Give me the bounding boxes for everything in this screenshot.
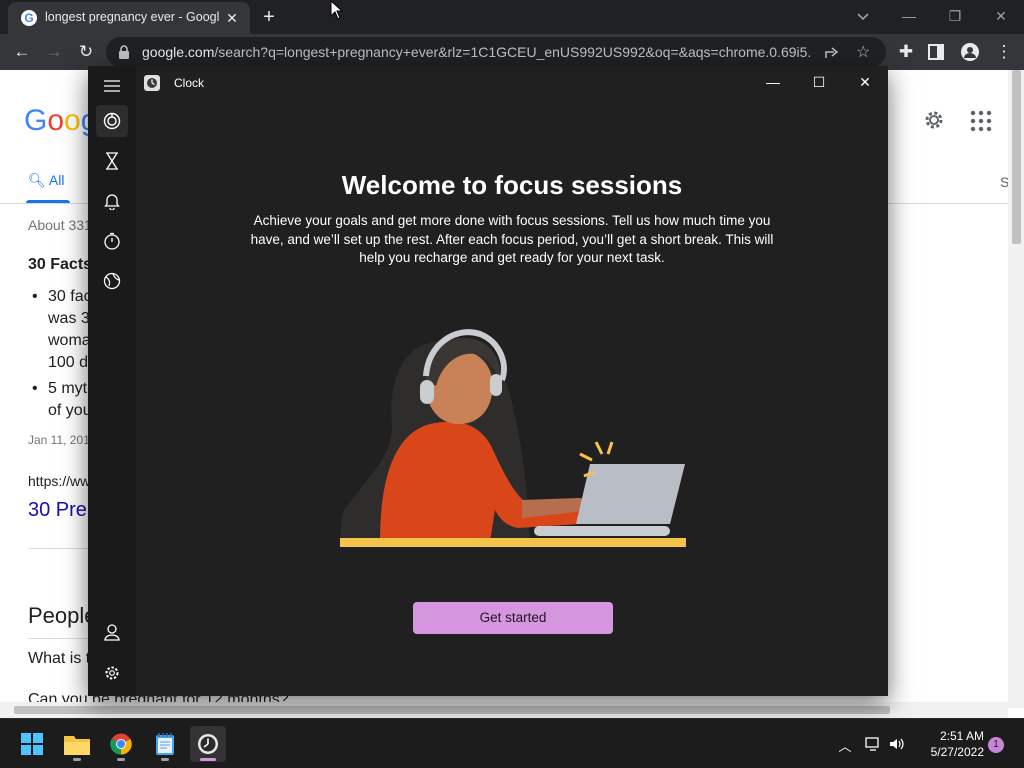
browser-tab[interactable]: G longest pregnancy ever - Google ✕ (8, 2, 250, 34)
date-text: 5/27/2022 (930, 745, 984, 759)
running-indicator (200, 758, 216, 761)
question-item[interactable]: What is t (28, 650, 90, 668)
chrome-icon[interactable] (103, 726, 139, 762)
address-bar[interactable]: google.com/search?q=longest+pregnancy+ev… (106, 37, 886, 67)
app-maximize-icon[interactable]: ☐ (796, 66, 842, 98)
focus-illustration (340, 329, 686, 547)
tab-all-label: All (48, 172, 65, 188)
browser-tab-strip: G longest pregnancy ever - Google ✕ + — … (0, 0, 1024, 34)
url-host: google.com (142, 44, 215, 60)
clock-app-icon[interactable] (190, 726, 226, 762)
share-icon[interactable] (824, 45, 840, 59)
network-icon[interactable] (864, 736, 882, 752)
bullet-dot: • (32, 288, 38, 305)
bullet-line: 100 d (48, 354, 89, 371)
tab-title: longest pregnancy ever - Google (45, 10, 219, 24)
bullet-dot: • (32, 380, 38, 397)
chevron-up-icon[interactable]: ︿ (836, 736, 854, 754)
world-clock-icon[interactable] (96, 265, 128, 297)
focus-sessions-icon[interactable] (96, 105, 128, 137)
restore-icon[interactable]: ❐ (935, 2, 975, 30)
result-title: 30 Facts (28, 256, 93, 273)
url-path: /search?q=longest+pregnancy+ever&rlz=1C1… (214, 44, 812, 60)
alarm-icon[interactable] (96, 185, 128, 217)
vertical-scrollbar[interactable] (1008, 70, 1024, 708)
mouse-cursor-icon (330, 0, 344, 20)
google-favicon-icon: G (21, 10, 37, 26)
tab-search-icon[interactable] (853, 6, 873, 26)
notification-badge[interactable]: 1 (988, 737, 1004, 753)
navigation-rail (88, 66, 136, 696)
notepad-icon[interactable] (147, 726, 183, 762)
clock-app-window: Clock — ☐ ✕ Welcome to focus sessions Ac… (88, 66, 888, 696)
apps-grid-icon[interactable] (970, 110, 992, 132)
browser-toolbar: ← → ↻ google.com/search?q=longest+pregna… (0, 34, 1024, 70)
tab-close-icon[interactable]: ✕ (224, 10, 240, 26)
volume-icon[interactable] (888, 736, 906, 752)
get-started-button[interactable]: Get started (413, 602, 613, 634)
timer-icon[interactable] (96, 145, 128, 177)
system-clock[interactable]: 2:51 AM 5/27/2022 (914, 728, 984, 760)
running-indicator (161, 758, 169, 761)
app-title: Clock (174, 76, 205, 90)
welcome-description: Achieve your goals and get more done wit… (250, 213, 774, 265)
bookmark-star-icon[interactable]: ☆ (856, 42, 870, 62)
bullet-line: of you (48, 402, 92, 419)
bullet-line: woma (48, 332, 91, 349)
start-icon[interactable] (14, 726, 50, 762)
result-link[interactable]: 30 Pre (28, 499, 87, 522)
clock-app-logo-icon (144, 75, 160, 91)
close-icon[interactable]: ✕ (981, 2, 1021, 30)
bullet-line: 5 myt (48, 380, 88, 397)
page-title: Welcome to focus sessions (341, 170, 683, 200)
chrome-menu-icon[interactable]: ⋮ (990, 38, 1018, 66)
bullet-line: 30 fac (48, 288, 92, 305)
back-icon[interactable]: ← (8, 38, 36, 66)
side-panel-icon[interactable] (928, 44, 944, 60)
extensions-icon[interactable]: ✚ (892, 38, 920, 66)
result-url: https://ww (28, 473, 91, 489)
google-logo[interactable]: Goog (24, 104, 97, 138)
people-also-ask-heading: People (28, 603, 97, 628)
new-tab-button[interactable]: + (258, 6, 280, 28)
running-indicator (73, 758, 81, 761)
bullet-line: was 3 (48, 310, 90, 327)
scroll-thumb[interactable] (1012, 70, 1021, 244)
windows-taskbar: ︿ 2:51 AM 5/27/2022 1 (0, 718, 1024, 768)
scroll-thumb[interactable] (14, 706, 890, 714)
gear-icon[interactable] (922, 108, 946, 132)
forward-icon[interactable]: → (40, 38, 68, 66)
horizontal-scrollbar[interactable] (0, 702, 1008, 718)
hamburger-menu-icon[interactable] (96, 70, 128, 102)
result-date: Jan 11, 201 (28, 433, 90, 447)
settings-icon[interactable] (96, 657, 128, 689)
running-indicator (117, 758, 125, 761)
url-text: google.com/search?q=longest+pregnancy+ev… (142, 44, 812, 60)
app-minimize-icon[interactable]: — (750, 66, 796, 98)
search-icon: 🔍︎ (28, 172, 46, 188)
profile-avatar-icon[interactable] (960, 42, 980, 62)
lock-icon (119, 45, 129, 59)
time-text: 2:51 AM (939, 729, 984, 743)
reload-icon[interactable]: ↻ (72, 38, 100, 66)
search-tab-all[interactable]: 🔍︎ All (28, 172, 64, 189)
result-count: About 331 (28, 217, 92, 233)
file-explorer-icon[interactable] (59, 726, 95, 762)
account-icon[interactable] (96, 616, 128, 648)
minimize-icon[interactable]: — (889, 2, 929, 30)
stopwatch-icon[interactable] (96, 225, 128, 257)
app-close-icon[interactable]: ✕ (842, 66, 888, 98)
